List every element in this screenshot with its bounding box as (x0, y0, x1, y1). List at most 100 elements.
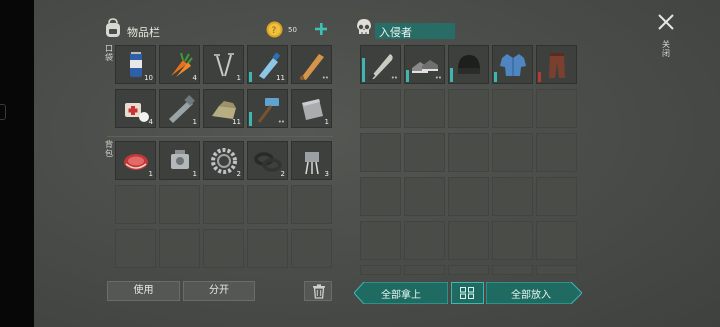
pocket-slot[interactable]: 10 (115, 45, 156, 84)
coin-icon: ? (266, 21, 283, 38)
take-all-button[interactable]: 全部拿上 (354, 282, 448, 304)
backpack-slot[interactable] (247, 185, 288, 224)
backpack-slot[interactable] (115, 229, 156, 268)
pocket-slot[interactable]: •• (247, 89, 288, 128)
electronic-part-icon (305, 152, 319, 175)
invader-slot[interactable] (360, 265, 401, 275)
invader-slot[interactable] (536, 177, 577, 216)
pocket-slot[interactable]: 1 (203, 45, 244, 84)
invader-slot[interactable] (492, 133, 533, 172)
durability-bar (362, 58, 365, 82)
svg-text:?: ? (272, 26, 277, 36)
pocket-slot[interactable]: 4 (115, 89, 156, 128)
invader-slot[interactable] (536, 265, 577, 275)
item-count: 10 (144, 74, 153, 82)
invader-slot[interactable] (536, 89, 577, 128)
pocket-slot[interactable]: 1 (159, 89, 200, 128)
invader-slot[interactable] (536, 221, 577, 260)
invader-slot[interactable] (448, 221, 489, 260)
invader-slot[interactable]: •• (360, 45, 401, 84)
item-count: 3 (324, 170, 329, 178)
close-label: 关闭 (662, 40, 670, 58)
use-button[interactable]: 使用 (107, 281, 180, 301)
shirt-icon (500, 54, 526, 76)
invader-slot[interactable] (492, 265, 533, 275)
inventory-screen: 物品栏 ? 50 口袋 背包 10 4 1 11 •• 4 1 11 •• 1 1 1 2 2 3 使用 分… (34, 0, 720, 327)
rubber-ring-icon (254, 152, 282, 172)
grid-sort-icon (460, 287, 474, 299)
invader-slot[interactable] (492, 221, 533, 260)
take-all-label: 全部拿上 (381, 290, 421, 301)
pocket-slot[interactable]: 11 (247, 45, 288, 84)
backpack-slot[interactable]: 2 (247, 141, 288, 180)
backpack-slot[interactable]: 2 (203, 141, 244, 180)
invader-slot[interactable] (360, 221, 401, 260)
item-count: 1 (192, 118, 197, 126)
pocket-slot[interactable]: •• (291, 45, 332, 84)
invader-slot[interactable] (492, 177, 533, 216)
nails-icon (214, 53, 234, 77)
backpack-slot[interactable] (203, 185, 244, 224)
invader-slot[interactable] (492, 89, 533, 128)
backpack-slot[interactable] (115, 185, 156, 224)
backpack-label: 背包 (105, 140, 113, 158)
item-count: 1 (324, 118, 329, 126)
backpack-slot[interactable] (291, 229, 332, 268)
backpack-slot[interactable] (203, 229, 244, 268)
pocket-slot[interactable]: 4 (159, 45, 200, 84)
skull-icon (354, 18, 374, 38)
pocket-slot[interactable]: 1 (291, 89, 332, 128)
invader-slot[interactable] (448, 89, 489, 128)
item-count: •• (434, 74, 442, 82)
pocket-slot[interactable]: 11 (203, 89, 244, 128)
invader-slot[interactable] (404, 133, 445, 172)
pipe-icon (169, 95, 195, 123)
sort-button[interactable] (451, 282, 484, 304)
backpack-slot[interactable]: 1 (159, 141, 200, 180)
item-count: 2 (236, 170, 241, 178)
invader-slot[interactable] (404, 265, 445, 275)
invader-slot[interactable] (404, 177, 445, 216)
backpack-icon (104, 18, 122, 38)
invader-slot[interactable] (360, 177, 401, 216)
backpack-slot[interactable] (159, 229, 200, 268)
invader-slot[interactable] (360, 89, 401, 128)
add-coins-button[interactable] (314, 21, 328, 35)
coin-count: 50 (288, 26, 297, 34)
split-button[interactable]: 分开 (183, 281, 255, 301)
backpack-slot[interactable]: 1 (115, 141, 156, 180)
backpack-slot[interactable] (291, 185, 332, 224)
invader-slot[interactable] (536, 45, 577, 84)
item-count: •• (390, 74, 398, 82)
trash-button[interactable] (304, 281, 332, 301)
durability-bar (450, 68, 453, 82)
pockets-label: 口袋 (105, 44, 113, 62)
inventory-title: 物品栏 (127, 26, 160, 39)
put-all-button[interactable]: 全部放入 (486, 282, 582, 304)
durability-bar (249, 72, 252, 82)
invader-slot[interactable] (448, 265, 489, 275)
close-button[interactable] (658, 14, 674, 30)
durability-bar (249, 112, 252, 126)
item-count: •• (277, 118, 285, 126)
invader-slot[interactable] (404, 221, 445, 260)
item-count: 1 (236, 74, 241, 82)
engine-part-icon (171, 150, 189, 169)
backpack-slot[interactable]: 3 (291, 141, 332, 180)
invader-slot[interactable] (404, 89, 445, 128)
invader-slot[interactable] (360, 133, 401, 172)
screen-bezel (0, 0, 34, 327)
invader-slot[interactable] (448, 45, 489, 84)
backpack-slot[interactable] (159, 185, 200, 224)
backpack-slot[interactable] (247, 229, 288, 268)
invader-slot[interactable]: •• (404, 45, 445, 84)
section-divider (107, 136, 333, 137)
item-count: 2 (280, 170, 285, 178)
trash-icon (313, 284, 325, 299)
invader-slot[interactable] (448, 133, 489, 172)
invader-title-bar: 入侵者 (375, 23, 455, 39)
durability-bar (494, 72, 497, 82)
invader-slot[interactable] (492, 45, 533, 84)
invader-slot[interactable] (448, 177, 489, 216)
invader-slot[interactable] (536, 133, 577, 172)
